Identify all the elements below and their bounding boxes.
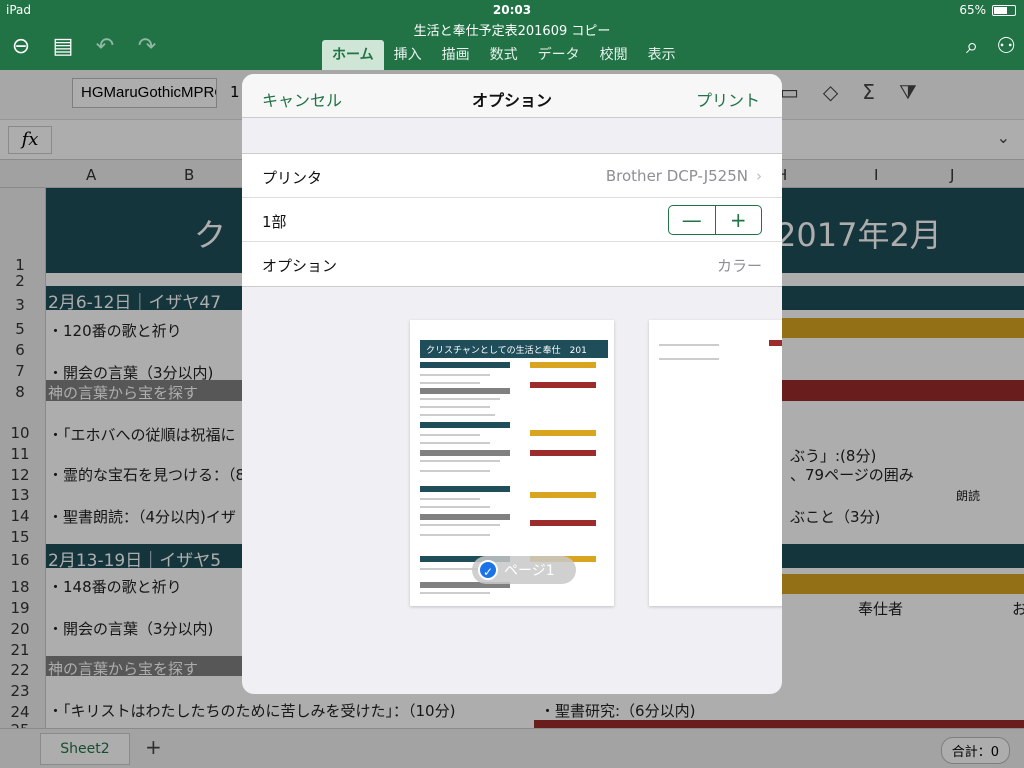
decrement-button[interactable]: —	[669, 206, 716, 234]
increment-button[interactable]: +	[716, 206, 762, 234]
print-preview[interactable]: クリスチャンとしての生活と奉仕 201 ✓ ページ1	[242, 284, 782, 694]
top-bar: iPad 20:03 65% 生活と奉仕予定表201609 コピー ⊖ ▤ ↶ …	[0, 0, 1024, 72]
print-button[interactable]: プリント	[696, 87, 760, 111]
redo-icon[interactable]: ↷	[134, 34, 160, 59]
options-row[interactable]: オプション カラー	[242, 242, 782, 286]
status-bar: iPad 20:03 65%	[0, 0, 1024, 20]
options-list: プリンタ Brother DCP-J525N › 1部 — + オプション カラー	[242, 153, 782, 287]
print-options-dialog: キャンセル オプション プリント プリンタ Brother DCP-J525N ›…	[242, 74, 782, 694]
checkmark-icon: ✓	[478, 560, 498, 580]
dialog-header: キャンセル オプション プリント	[242, 74, 782, 118]
file-icon[interactable]: ▤	[50, 34, 76, 59]
search-icon[interactable]: ⌕	[966, 34, 978, 59]
printer-value: Brother DCP-J525N	[605, 167, 748, 185]
page-badge[interactable]: ✓ ページ1	[472, 556, 576, 584]
tab-view[interactable]: 表示	[638, 40, 686, 72]
tab-formulas[interactable]: 数式	[480, 40, 528, 72]
copies-stepper: — +	[668, 205, 762, 235]
undo-icon[interactable]: ↶	[92, 34, 118, 59]
tab-review[interactable]: 校閲	[590, 40, 638, 72]
preview-page-2[interactable]	[649, 320, 782, 606]
back-icon[interactable]: ⊖	[8, 34, 34, 59]
printer-label: プリンタ	[262, 169, 323, 187]
tab-insert[interactable]: 挿入	[384, 40, 432, 72]
add-person-icon[interactable]: ⚇	[996, 34, 1016, 59]
status-right: 65%	[959, 3, 1016, 17]
copies-label: 1部	[262, 213, 287, 231]
tab-draw[interactable]: 描画	[432, 40, 480, 72]
ribbon-tabs: ホーム 挿入 描画 数式 データ 校閲 表示	[322, 40, 686, 72]
page-badge-label: ページ1	[504, 563, 555, 579]
tab-home[interactable]: ホーム	[322, 40, 384, 72]
tab-data[interactable]: データ	[528, 40, 590, 72]
chevron-right-icon: ›	[756, 167, 762, 185]
options-label: オプション	[262, 257, 338, 275]
printer-row[interactable]: プリンタ Brother DCP-J525N ›	[242, 154, 782, 198]
printer-value-wrap: Brother DCP-J525N ›	[606, 167, 762, 185]
clock: 20:03	[492, 3, 532, 17]
options-value: カラー	[716, 257, 762, 275]
preview-page-title: クリスチャンとしての生活と奉仕 201	[420, 340, 608, 358]
battery-percent: 65%	[959, 3, 986, 17]
battery-icon	[992, 4, 1016, 16]
copies-row: 1部 — +	[242, 198, 782, 242]
